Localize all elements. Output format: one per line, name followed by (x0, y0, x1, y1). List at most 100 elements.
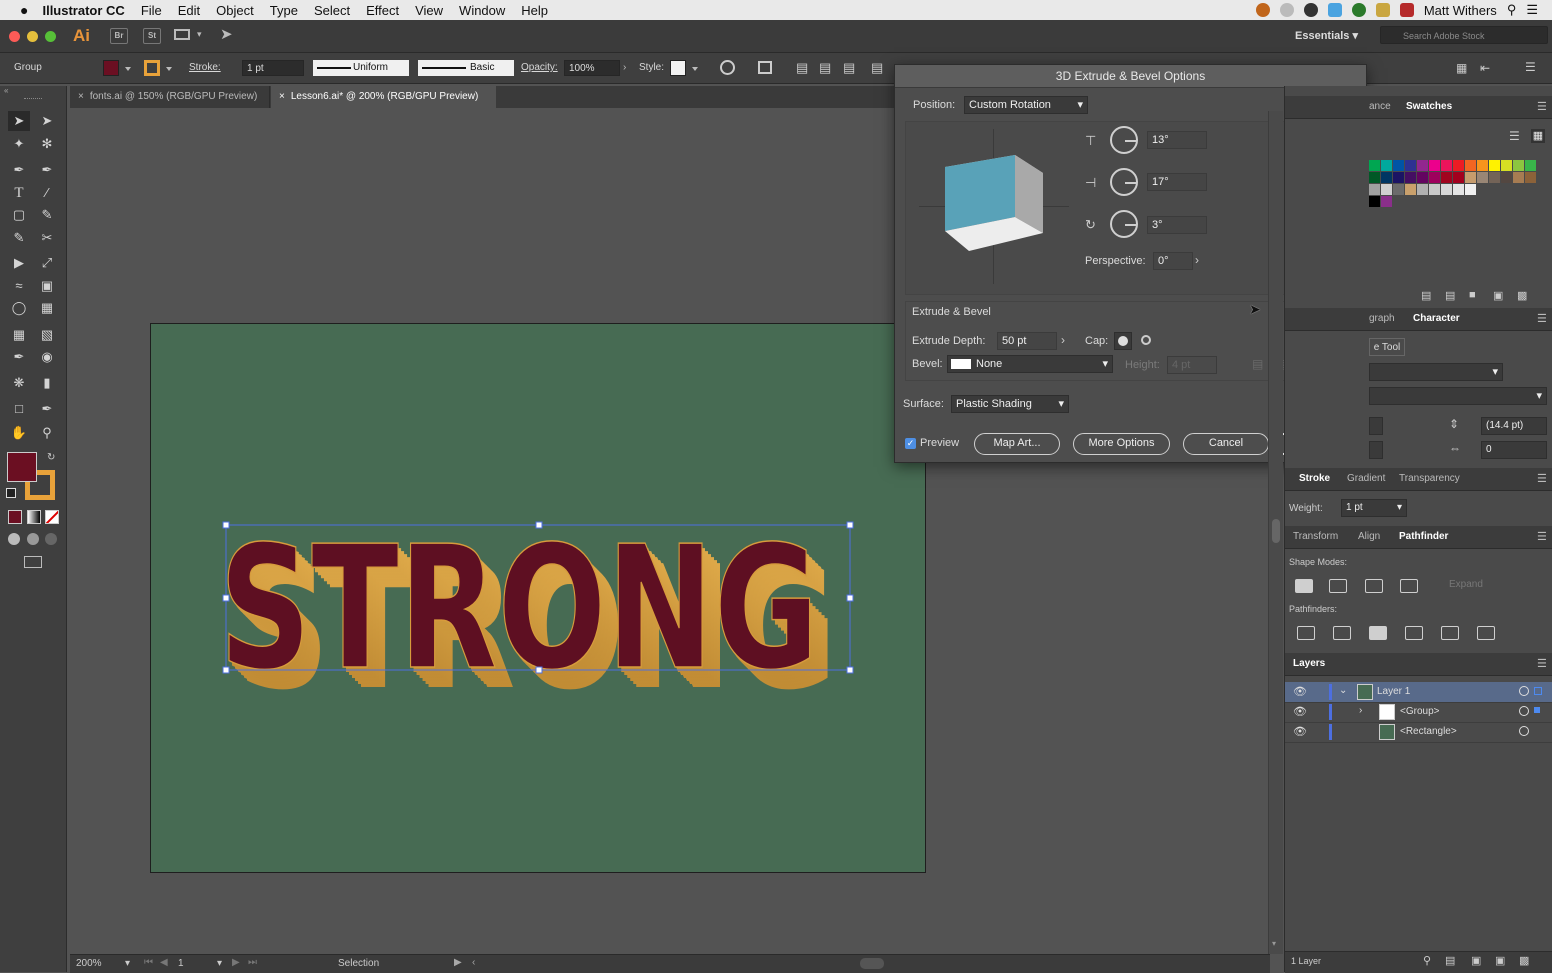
bridge-button[interactable]: Br (110, 28, 128, 44)
delete-swatch-icon[interactable]: ▩ (1517, 289, 1527, 302)
stroke-weight-input[interactable]: 1 pt ▾ (1341, 499, 1407, 517)
draw-behind-icon[interactable] (27, 533, 39, 545)
search-icon[interactable]: ⚲ (1423, 954, 1431, 967)
divide-icon[interactable] (1297, 626, 1315, 640)
artboard-tool-icon[interactable]: □ (8, 399, 30, 419)
eye-icon[interactable]: 👁 (1293, 705, 1307, 718)
next-artboard-icon[interactable]: ▶ (232, 957, 240, 968)
font-size-field[interactable] (1369, 417, 1383, 435)
tray-icon[interactable] (1279, 3, 1294, 17)
line-tool-icon[interactable]: ∕ (36, 183, 58, 203)
default-fill-stroke-icon[interactable] (6, 488, 16, 498)
slice-tool-icon[interactable]: ✒ (36, 399, 58, 419)
horizontal-scroll-thumb[interactable] (860, 958, 884, 969)
list-view-icon[interactable]: ☰ (1509, 129, 1520, 143)
zoom-select[interactable]: 200% ▾ (72, 955, 132, 973)
layer-row-rectangle[interactable]: 👁 <Rectangle> (1285, 722, 1552, 743)
rotate-y-field[interactable]: 17° (1147, 173, 1207, 191)
gradient-mode-icon[interactable] (27, 510, 41, 524)
align-center-icon[interactable]: ▤ (819, 60, 831, 76)
position-select[interactable]: Custom Rotation ▾ (964, 96, 1088, 114)
swatches-grid[interactable] (1369, 160, 1541, 228)
font-family-select[interactable]: ▾ (1369, 363, 1503, 381)
width-tool-icon[interactable]: ≈ (8, 276, 30, 296)
align-right-icon[interactable]: ▤ (843, 60, 855, 76)
zoom-window-button[interactable] (45, 31, 56, 42)
chevron-down-icon[interactable] (125, 67, 131, 71)
previous-artboard-icon[interactable]: ◀ (160, 957, 168, 968)
direct-selection-tool-icon[interactable]: ➤ (36, 111, 58, 131)
chevron-down-icon[interactable]: ⌄ (1339, 685, 1347, 696)
exclude-icon[interactable] (1400, 579, 1418, 593)
chevron-down-icon[interactable] (166, 67, 172, 71)
menu-effect[interactable]: Effect (366, 3, 399, 18)
free-transform-tool-icon[interactable]: ▣ (36, 276, 58, 296)
opacity-field[interactable]: 100% (564, 60, 620, 76)
selected-indicator[interactable] (1534, 707, 1540, 713)
hand-tool-icon[interactable]: ✋ (8, 423, 30, 443)
panel-menu-icon[interactable]: ☰ (1537, 100, 1547, 113)
layer-row-layer-1[interactable]: 👁 ⌄ Layer 1 (1285, 682, 1552, 703)
tray-icon[interactable] (1399, 3, 1414, 17)
rotation-cube[interactable] (939, 151, 1049, 256)
brush-select[interactable]: Basic (418, 60, 514, 76)
apple-icon[interactable]: ● (20, 2, 28, 18)
menu-edit[interactable]: Edit (178, 3, 200, 18)
shape-builder-tool-icon[interactable]: ◯ (8, 298, 30, 318)
paintbrush-tool-icon[interactable]: ✎ (36, 205, 58, 225)
isolate-icon[interactable]: ⇤ (1480, 61, 1490, 75)
eye-icon[interactable]: 👁 (1293, 725, 1307, 738)
stroke-weight-field[interactable]: 1 pt (242, 60, 304, 76)
font-style-select[interactable]: ▾ (1369, 387, 1547, 405)
tab-appearance[interactable]: ance (1369, 96, 1391, 118)
shaper-tool-icon[interactable]: ✎ (8, 228, 30, 248)
tab-fonts[interactable]: × fonts.ai @ 150% (RGB/GPU Preview) (70, 86, 270, 108)
show-swatch-kinds-icon[interactable]: ▤ (1445, 289, 1455, 302)
panel-menu-icon[interactable]: ☰ (1525, 60, 1536, 74)
intersect-icon[interactable] (1365, 579, 1383, 593)
adobe-stock-search-input[interactable]: Search Adobe Stock (1380, 26, 1548, 44)
align-top-icon[interactable]: ▤ (871, 60, 883, 76)
preview-checkbox[interactable]: ✓ (905, 438, 916, 449)
more-options-button[interactable]: More Options (1073, 433, 1170, 455)
recolor-artwork-icon[interactable] (720, 60, 735, 75)
preview-label[interactable]: Preview (920, 437, 959, 449)
tab-layers[interactable]: Layers (1293, 653, 1325, 675)
grip[interactable] (24, 98, 42, 101)
fill-swatch[interactable] (103, 60, 119, 76)
type-tool-icon[interactable]: T (8, 183, 30, 203)
selection-tool-icon[interactable]: ➤ (8, 111, 30, 131)
scissors-tool-icon[interactable]: ✂ (36, 228, 58, 248)
tray-icon[interactable] (1255, 3, 1270, 17)
graphic-style-swatch[interactable] (670, 60, 686, 76)
first-artboard-icon[interactable]: ⏮ (144, 957, 153, 968)
cancel-button[interactable]: Cancel (1183, 433, 1269, 455)
vertical-scrollbar[interactable]: ▾ (1268, 111, 1283, 954)
swap-fill-stroke-icon[interactable]: ↻ (47, 452, 55, 463)
column-graph-tool-icon[interactable]: ▮ (36, 373, 58, 393)
stock-button[interactable]: St (143, 28, 161, 44)
panel-menu-icon[interactable]: ☰ (1537, 657, 1547, 670)
tab-pathfinder[interactable]: Pathfinder (1399, 526, 1448, 548)
rectangle-tool-icon[interactable]: ▢ (8, 205, 30, 225)
new-layer-icon[interactable]: ▣ (1495, 954, 1505, 967)
status-menu-icon[interactable]: ▶ (454, 957, 462, 968)
tab-transform[interactable]: Transform (1293, 526, 1338, 548)
tab-gradient[interactable]: Gradient (1347, 468, 1385, 490)
menu-view[interactable]: View (415, 3, 443, 18)
scale-tool-icon[interactable]: ⤢ (36, 253, 58, 273)
scrollbar-thumb[interactable] (1272, 519, 1280, 543)
target-icon[interactable] (1519, 706, 1529, 716)
rotate-z-dial[interactable] (1110, 210, 1138, 238)
menu-file[interactable]: File (141, 3, 162, 18)
creative-cloud-icon[interactable] (1303, 3, 1318, 17)
close-window-button[interactable] (9, 31, 20, 42)
collapse-icon[interactable]: « (4, 86, 8, 95)
menu-object[interactable]: Object (216, 3, 254, 18)
menu-type[interactable]: Type (270, 3, 298, 18)
minus-back-icon[interactable] (1477, 626, 1495, 640)
stroke-swatch[interactable] (144, 60, 160, 76)
stroke-profile-select[interactable]: Uniform (313, 60, 409, 76)
tab-transparency[interactable]: Transparency (1399, 468, 1460, 490)
panel-menu-icon[interactable]: ☰ (1537, 530, 1547, 543)
